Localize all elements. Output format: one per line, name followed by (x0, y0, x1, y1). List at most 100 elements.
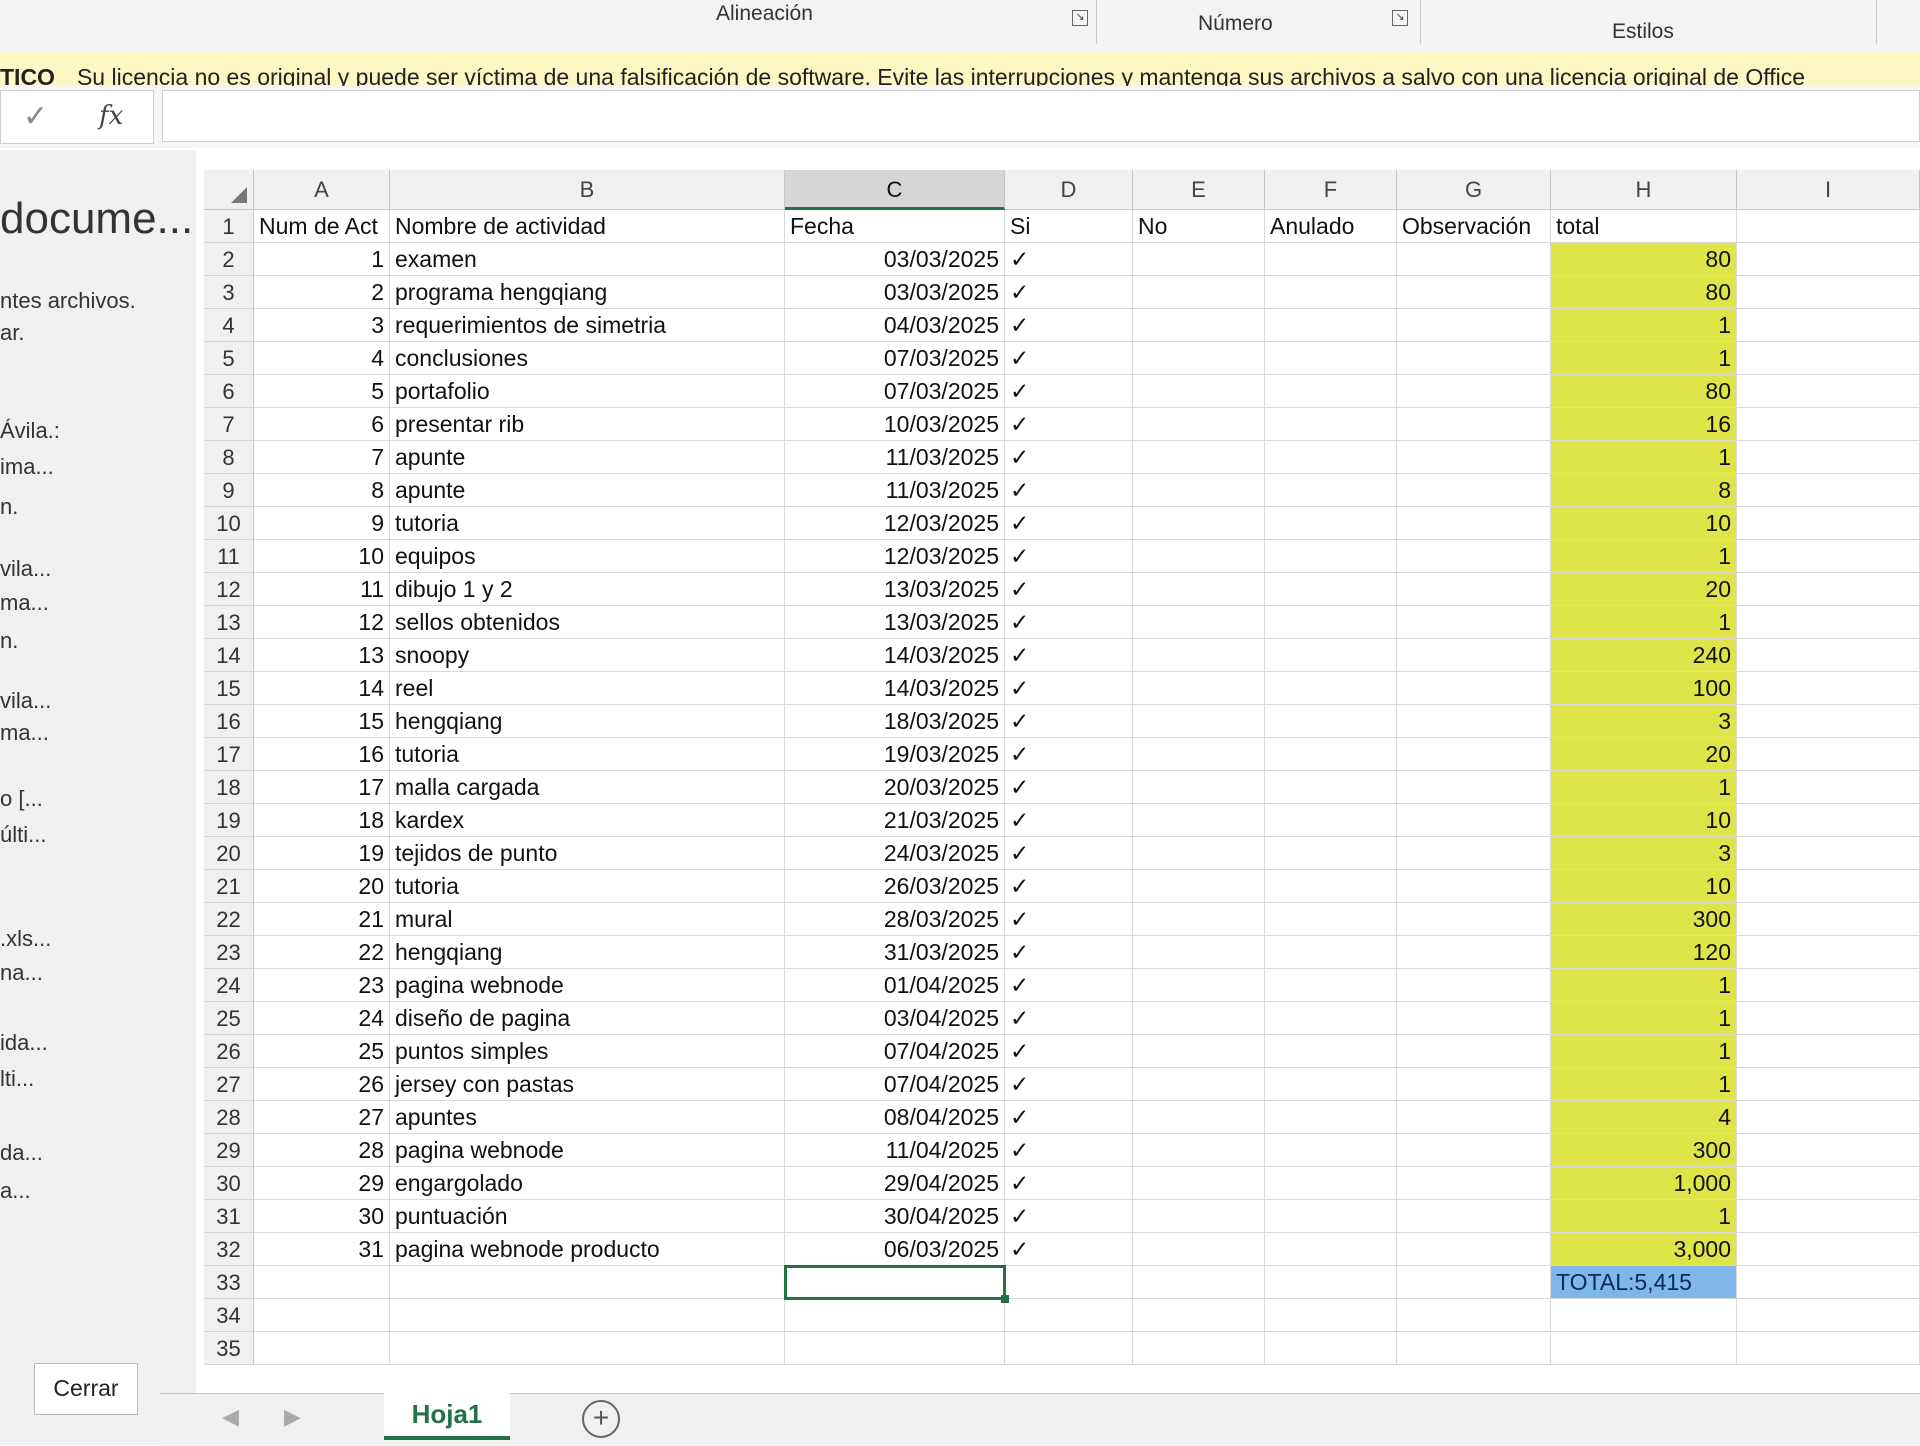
empty-cell[interactable] (1133, 1134, 1265, 1167)
num-cell[interactable]: 23 (254, 969, 390, 1002)
empty-cell[interactable] (1265, 969, 1397, 1002)
empty-cell[interactable] (254, 1299, 390, 1332)
name-cell[interactable]: reel (390, 672, 785, 705)
row-header[interactable]: 19 (204, 804, 254, 837)
name-cell[interactable]: equipos (390, 540, 785, 573)
empty-cell[interactable] (1133, 837, 1265, 870)
sheet-tab-hoja1[interactable]: Hoja1 (384, 1390, 510, 1440)
check-cell[interactable]: ✓ (1005, 771, 1133, 804)
empty-cell[interactable] (1397, 474, 1551, 507)
empty-cell[interactable] (1133, 936, 1265, 969)
empty-cell[interactable] (1265, 903, 1397, 936)
empty-cell[interactable] (1397, 1068, 1551, 1101)
empty-cell[interactable] (1737, 540, 1920, 573)
name-cell[interactable]: pagina webnode (390, 1134, 785, 1167)
check-cell[interactable]: ✓ (1005, 540, 1133, 573)
check-cell[interactable]: ✓ (1005, 243, 1133, 276)
name-cell[interactable]: pagina webnode producto (390, 1233, 785, 1266)
empty-cell[interactable] (1133, 309, 1265, 342)
num-cell[interactable]: 15 (254, 705, 390, 738)
empty-cell[interactable] (1133, 474, 1265, 507)
total-value-cell[interactable]: 1 (1551, 342, 1737, 375)
empty-cell[interactable] (1397, 1002, 1551, 1035)
empty-cell[interactable] (1397, 870, 1551, 903)
name-cell[interactable]: tutoria (390, 507, 785, 540)
column-header-a[interactable]: A (254, 170, 390, 210)
check-cell[interactable]: ✓ (1005, 573, 1133, 606)
name-cell[interactable]: apuntes (390, 1101, 785, 1134)
empty-cell[interactable] (1133, 1002, 1265, 1035)
select-all-corner[interactable] (204, 170, 254, 210)
empty-cell[interactable] (785, 1299, 1005, 1332)
num-cell[interactable]: 18 (254, 804, 390, 837)
total-value-cell[interactable]: 1 (1551, 309, 1737, 342)
empty-cell[interactable] (1265, 243, 1397, 276)
row-header[interactable]: 11 (204, 540, 254, 573)
date-cell[interactable]: 20/03/2025 (785, 771, 1005, 804)
empty-cell[interactable] (1265, 1101, 1397, 1134)
date-cell[interactable]: 03/04/2025 (785, 1002, 1005, 1035)
empty-cell[interactable] (1397, 573, 1551, 606)
empty-cell[interactable] (1133, 573, 1265, 606)
check-cell[interactable]: ✓ (1005, 1233, 1133, 1266)
empty-cell[interactable] (1133, 903, 1265, 936)
tab-next-icon[interactable]: ▶ (284, 1404, 301, 1430)
date-cell[interactable]: 21/03/2025 (785, 804, 1005, 837)
empty-cell[interactable] (1265, 1200, 1397, 1233)
empty-cell[interactable] (1397, 1167, 1551, 1200)
empty-cell[interactable] (1397, 672, 1551, 705)
name-cell[interactable]: dibujo 1 y 2 (390, 573, 785, 606)
date-cell[interactable]: 26/03/2025 (785, 870, 1005, 903)
total-value-cell[interactable]: 1 (1551, 540, 1737, 573)
header-cell[interactable]: Observación (1397, 210, 1551, 243)
row-header[interactable]: 35 (204, 1332, 254, 1365)
name-cell[interactable]: puntos simples (390, 1035, 785, 1068)
num-cell[interactable]: 10 (254, 540, 390, 573)
column-header-i[interactable]: I (1737, 170, 1920, 210)
num-cell[interactable]: 26 (254, 1068, 390, 1101)
name-cell[interactable]: programa hengqiang (390, 276, 785, 309)
empty-cell[interactable] (1737, 870, 1920, 903)
row-header[interactable]: 34 (204, 1299, 254, 1332)
date-cell[interactable]: 04/03/2025 (785, 309, 1005, 342)
empty-cell[interactable] (1737, 408, 1920, 441)
date-cell[interactable]: 12/03/2025 (785, 540, 1005, 573)
num-cell[interactable]: 5 (254, 375, 390, 408)
empty-cell[interactable] (1397, 1035, 1551, 1068)
date-cell[interactable]: 07/03/2025 (785, 375, 1005, 408)
name-cell[interactable]: conclusiones (390, 342, 785, 375)
row-header[interactable]: 10 (204, 507, 254, 540)
empty-cell[interactable] (1737, 672, 1920, 705)
date-cell[interactable]: 28/03/2025 (785, 903, 1005, 936)
empty-cell[interactable] (1397, 540, 1551, 573)
name-cell[interactable]: apunte (390, 441, 785, 474)
header-cell[interactable]: Anulado (1265, 210, 1397, 243)
name-cell[interactable]: jersey con pastas (390, 1068, 785, 1101)
row-header[interactable]: 33 (204, 1266, 254, 1299)
check-cell[interactable]: ✓ (1005, 870, 1133, 903)
name-cell[interactable]: snoopy (390, 639, 785, 672)
total-value-cell[interactable]: 300 (1551, 1134, 1737, 1167)
date-cell[interactable]: 13/03/2025 (785, 606, 1005, 639)
row-header[interactable]: 18 (204, 771, 254, 804)
empty-cell[interactable] (1265, 573, 1397, 606)
total-value-cell[interactable]: 3 (1551, 705, 1737, 738)
row-header[interactable]: 16 (204, 705, 254, 738)
empty-cell[interactable] (1133, 441, 1265, 474)
name-cell[interactable]: malla cargada (390, 771, 785, 804)
total-value-cell[interactable]: 120 (1551, 936, 1737, 969)
empty-cell[interactable] (1133, 1299, 1265, 1332)
empty-cell[interactable] (1265, 1068, 1397, 1101)
num-cell[interactable]: 4 (254, 342, 390, 375)
check-cell[interactable]: ✓ (1005, 804, 1133, 837)
column-header-g[interactable]: G (1397, 170, 1551, 210)
num-cell[interactable]: 14 (254, 672, 390, 705)
check-cell[interactable]: ✓ (1005, 309, 1133, 342)
total-value-cell[interactable]: 80 (1551, 243, 1737, 276)
name-cell[interactable]: examen (390, 243, 785, 276)
empty-cell[interactable] (254, 1266, 390, 1299)
num-cell[interactable]: 24 (254, 1002, 390, 1035)
date-cell[interactable]: 30/04/2025 (785, 1200, 1005, 1233)
column-header-f[interactable]: F (1265, 170, 1397, 210)
row-header[interactable]: 26 (204, 1035, 254, 1068)
